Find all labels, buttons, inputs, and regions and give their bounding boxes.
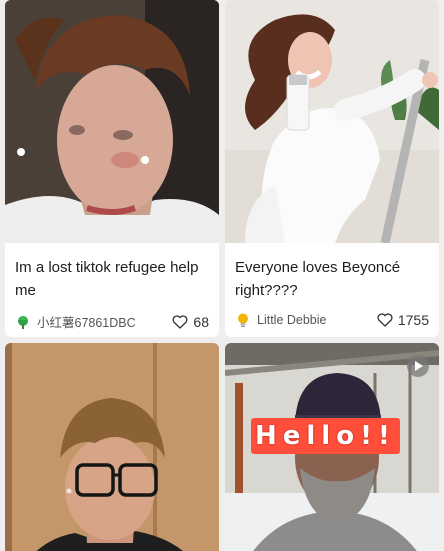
author-name: Little Debbie bbox=[257, 313, 327, 327]
post-title[interactable]: Everyone loves Beyoncé right???? bbox=[225, 243, 439, 304]
lightbulb-avatar-icon bbox=[238, 313, 248, 327]
video-play-icon bbox=[407, 355, 429, 377]
heart-icon bbox=[172, 314, 188, 329]
thumbnail-image bbox=[5, 343, 219, 551]
post-card[interactable]: Hello!! bbox=[225, 343, 439, 551]
post-thumbnail[interactable]: Hello!! bbox=[225, 343, 439, 551]
heart-icon bbox=[377, 313, 393, 327]
post-thumbnail[interactable] bbox=[5, 0, 219, 243]
thumbnail-image bbox=[225, 0, 439, 243]
author[interactable]: 小红薯67861DBC bbox=[15, 312, 172, 331]
thumbnail-image bbox=[5, 0, 219, 243]
post-title[interactable]: Im a lost tiktok refugee help me bbox=[5, 243, 219, 304]
post-card[interactable]: Everyone loves Beyoncé right???? Little … bbox=[225, 0, 439, 337]
post-card[interactable]: Im a lost tiktok refugee help me 小红薯6786… bbox=[5, 0, 219, 337]
note-feed: Im a lost tiktok refugee help me 小红薯6786… bbox=[0, 0, 444, 551]
author-name: 小红薯67861DBC bbox=[37, 316, 136, 330]
leaf-avatar-icon bbox=[18, 315, 28, 329]
like-button[interactable]: 68 bbox=[172, 314, 209, 330]
like-button[interactable]: 1755 bbox=[377, 312, 429, 328]
post-thumbnail[interactable] bbox=[225, 0, 439, 243]
like-count: 1755 bbox=[397, 312, 429, 328]
post-meta: Little Debbie 1755 bbox=[225, 304, 439, 328]
post-card[interactable] bbox=[5, 343, 219, 551]
post-meta: 小红薯67861DBC 68 bbox=[5, 304, 219, 331]
post-thumbnail[interactable] bbox=[5, 343, 219, 551]
like-count: 68 bbox=[193, 313, 209, 330]
overlay-text: Hello!! bbox=[251, 418, 400, 454]
author[interactable]: Little Debbie bbox=[235, 312, 377, 328]
